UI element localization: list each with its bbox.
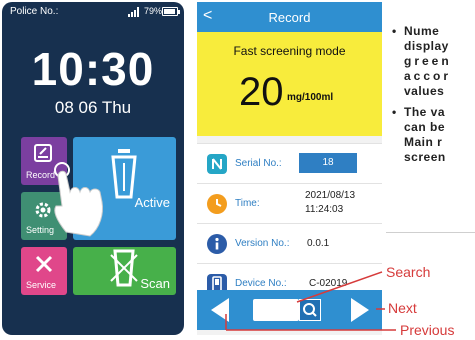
result-value: 20 <box>239 70 284 114</box>
search-icon <box>303 303 317 317</box>
serial-number-field[interactable]: 18 <box>299 153 357 173</box>
signal-icon <box>128 7 139 17</box>
service-tile[interactable]: Service <box>21 247 67 295</box>
police-number-label: Police No.: <box>10 6 59 17</box>
notes-panel: Nume display green accor values The va c… <box>390 24 475 171</box>
home-screen: Police No.: 79% 10:30 08 06 Thu Record S… <box>2 2 184 335</box>
navigation-bar <box>197 290 382 330</box>
battery-percent: 79% <box>144 6 163 16</box>
status-bar: Police No.: 79% <box>2 2 184 22</box>
previous-callout: Previous <box>400 322 455 338</box>
battery-icon <box>162 7 180 16</box>
clock-time: 10:30 <box>31 43 155 95</box>
previous-button[interactable] <box>211 298 229 322</box>
note-line: Main r <box>404 135 443 149</box>
search-button[interactable] <box>299 299 321 321</box>
clock-icon <box>207 194 227 214</box>
mode-label: Fast screening mode <box>233 44 346 58</box>
record-screen: < Record Fast screening mode 20 mg/100ml… <box>197 2 382 335</box>
next-button[interactable] <box>351 298 369 322</box>
note-line: green <box>404 54 452 68</box>
pointing-hand-icon <box>54 162 103 237</box>
note-line: display <box>404 39 449 53</box>
note-line: accor <box>404 69 452 83</box>
version-value: 0.0.1 <box>307 238 330 249</box>
note-line: screen <box>404 150 446 164</box>
note-line: The va <box>404 105 446 119</box>
note-line: Nume <box>404 24 440 38</box>
note-item: Nume display green accor values <box>390 24 475 99</box>
tools-icon <box>35 255 53 273</box>
record-icon <box>34 144 52 162</box>
search-callout: Search <box>386 264 431 280</box>
serial-row: Serial No.: 18 <box>197 143 382 183</box>
record-date: 2021/08/13 <box>305 190 356 201</box>
info-icon <box>207 234 227 254</box>
scan-tile[interactable]: Scan <box>73 247 176 295</box>
version-label: Version No.: <box>235 238 290 249</box>
time-label: Time: <box>235 198 260 209</box>
breathalyzer-icon <box>111 149 137 199</box>
note-line: can be <box>404 120 446 134</box>
next-callout: Next <box>388 300 417 316</box>
note-item: The va can be Main r screen <box>390 105 475 165</box>
time-row: Time: 2021/08/13 11:24:03 <box>197 183 382 223</box>
search-input[interactable] <box>253 299 299 321</box>
active-tile-label: Active <box>134 195 170 210</box>
title-bar: < Record <box>197 2 382 32</box>
scan-tile-label: Scan <box>140 276 170 291</box>
device-value: C-02019 <box>309 278 348 289</box>
result-panel: Fast screening mode 20 mg/100ml <box>197 32 382 136</box>
clock-date: 08 06 Thu <box>54 98 132 117</box>
result-unit: mg/100ml <box>287 92 334 103</box>
scan-icon <box>110 249 138 287</box>
record-clock: 11:24:03 <box>305 204 344 215</box>
serial-icon <box>207 154 227 174</box>
device-label: Device No.: <box>235 278 287 289</box>
serial-label: Serial No.: <box>235 158 282 169</box>
note-line: values <box>404 84 445 98</box>
service-tile-label: Service <box>26 280 57 290</box>
divider <box>386 232 475 233</box>
version-row: Version No.: 0.0.1 <box>197 223 382 263</box>
page-title: Record <box>268 10 311 25</box>
